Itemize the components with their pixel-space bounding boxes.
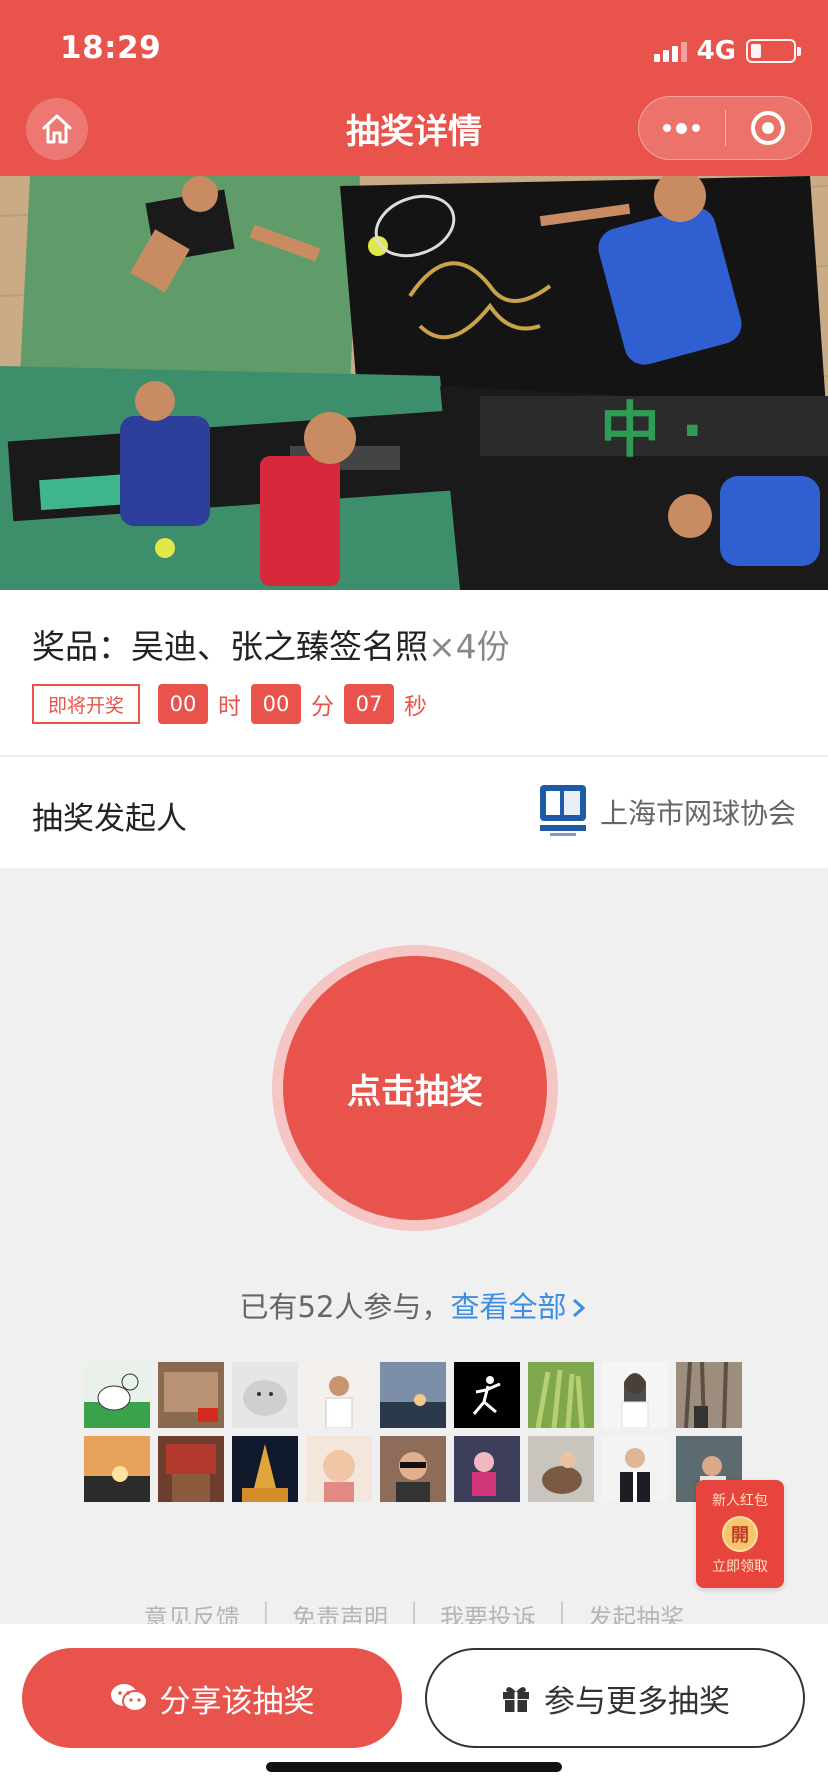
hours-unit: 时 [218, 694, 242, 720]
prize-info: 奖品：吴迪、张之臻签名照×4份 即将开奖 00 时 00 分 07 秒 [0, 590, 828, 756]
countdown-hours: 00 [158, 684, 209, 724]
countdown-seconds: 07 [344, 684, 395, 724]
view-all-link[interactable]: 查看全部 [450, 1290, 588, 1324]
countdown-minutes: 00 [251, 684, 302, 724]
red-packet-coin-icon: 開 [722, 1516, 758, 1552]
prize-photo: 中 · [0, 176, 828, 590]
prize-title: 奖品：吴迪、张之臻签名照×4份 [32, 620, 510, 668]
prize-count: ×4份 [428, 627, 510, 666]
avatar[interactable] [676, 1362, 742, 1428]
status-badge: 即将开奖 [32, 684, 141, 724]
red-packet-title: 新人红包 [712, 1493, 768, 1509]
participants-summary: 已有52人参与，查看全部 [0, 1284, 828, 1326]
red-packet-button[interactable]: 新人红包 開 立即领取 [696, 1480, 784, 1588]
prize-label: 奖品： [32, 627, 131, 666]
organizer-label: 抽奖发起人 [32, 801, 187, 837]
miniprogram-capsule [638, 96, 812, 160]
avatar[interactable] [454, 1362, 520, 1428]
chevron-right-icon [573, 1298, 586, 1318]
signal-icon [653, 40, 687, 62]
draw-button-ring: 点击抽奖 [272, 945, 558, 1231]
battery-icon [746, 39, 801, 63]
svg-text:中 ·: 中 · [600, 396, 704, 466]
avatar[interactable] [158, 1436, 224, 1502]
countdown: 即将开奖 00 时 00 分 07 秒 [32, 684, 429, 724]
avatar[interactable] [84, 1436, 150, 1502]
avatar[interactable] [380, 1436, 446, 1502]
home-indicator [266, 1762, 562, 1772]
share-button-label: 分享该抽奖 [159, 1683, 315, 1720]
avatar[interactable] [306, 1362, 372, 1428]
avatar[interactable] [454, 1436, 520, 1502]
more-dots-icon [663, 122, 701, 134]
more-lotteries-label: 参与更多抽奖 [544, 1683, 730, 1720]
gift-icon [503, 1686, 529, 1712]
avatar[interactable] [380, 1362, 446, 1428]
header: 18:29 4G 抽奖详情 [0, 0, 828, 176]
avatar[interactable] [602, 1436, 668, 1502]
minutes-unit: 分 [311, 694, 335, 720]
prize-name: 吴迪、张之臻签名照 [131, 627, 428, 666]
avatar[interactable] [232, 1362, 298, 1428]
more-button[interactable] [639, 97, 725, 159]
avatar[interactable] [528, 1436, 594, 1502]
avatar[interactable] [84, 1362, 150, 1428]
organizer-row[interactable]: 抽奖发起人 上海市网球协会 [0, 757, 828, 868]
close-miniprogram-icon [751, 111, 786, 145]
draw-button[interactable]: 点击抽奖 [283, 956, 547, 1220]
participants-count-text: 已有52人参与， [239, 1290, 451, 1324]
avatar[interactable] [158, 1362, 224, 1428]
organizer-name: 上海市网球协会 [599, 797, 796, 830]
more-lotteries-button[interactable]: 参与更多抽奖 [425, 1648, 805, 1748]
avatar[interactable] [306, 1436, 372, 1502]
organizer-info[interactable]: 上海市网球协会 [539, 785, 796, 839]
share-button[interactable]: 分享该抽奖 [22, 1648, 402, 1748]
view-all-label: 查看全部 [450, 1290, 567, 1324]
seconds-unit: 秒 [404, 694, 428, 720]
status-icons: 4G [653, 36, 801, 66]
status-time: 18:29 [60, 30, 162, 66]
avatar[interactable] [602, 1362, 668, 1428]
wechat-icon [110, 1684, 148, 1712]
red-packet-action: 立即领取 [712, 1559, 768, 1575]
close-button[interactable] [726, 97, 812, 159]
avatar[interactable] [232, 1436, 298, 1502]
avatar[interactable] [528, 1362, 594, 1428]
network-type: 4G [696, 36, 736, 66]
organizer-logo [539, 785, 586, 836]
participant-avatars [84, 1362, 744, 1502]
